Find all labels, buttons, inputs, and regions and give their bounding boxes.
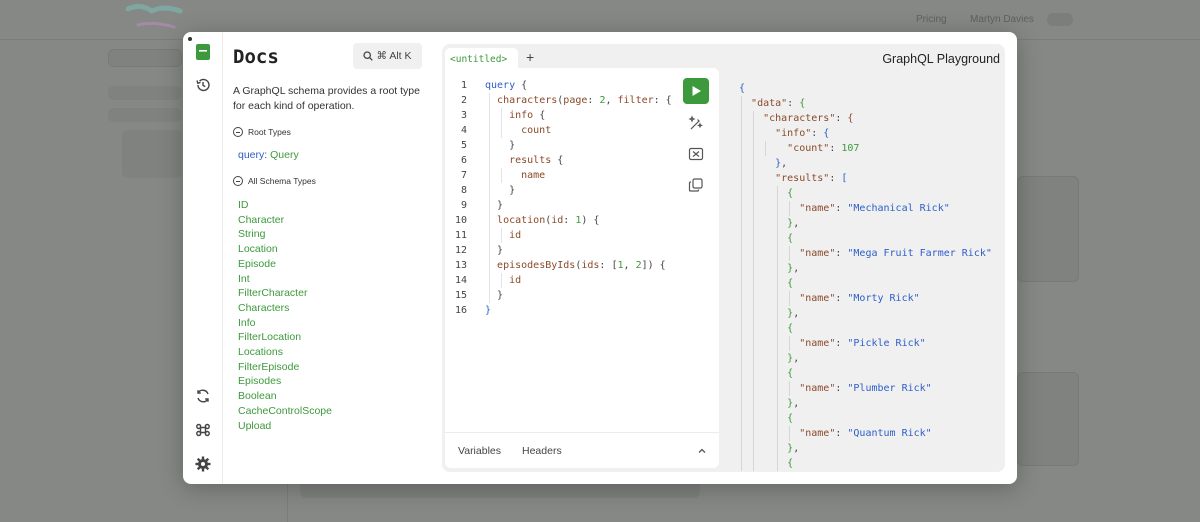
- query-code: 1 query { 2 characters(page: 2, filter: {…: [454, 80, 672, 316]
- docs-icon: [196, 44, 210, 60]
- type-link[interactable]: Location: [238, 242, 332, 257]
- type-link[interactable]: Upload: [238, 419, 332, 434]
- type-link[interactable]: Boolean: [238, 389, 332, 404]
- docs-explorer: Docs ⌘ Alt K A GraphQL schema provides a…: [223, 32, 439, 484]
- schema-type-list: ID Character String Location Episode Int…: [238, 198, 332, 433]
- collapse-icon: [233, 127, 243, 137]
- merge-fragments-button[interactable]: [686, 144, 706, 164]
- root-types-section[interactable]: Root Types: [233, 127, 291, 137]
- theme-toggle: [1047, 13, 1073, 26]
- editor-sessions: <untitled> + GraphQL Playground 1 query {…: [442, 44, 1005, 472]
- settings-icon: [195, 456, 211, 472]
- add-tab-button[interactable]: +: [526, 49, 534, 65]
- result-line: "info": {: [775, 128, 830, 139]
- search-icon: [363, 51, 374, 61]
- play-icon: [692, 86, 701, 96]
- type-link[interactable]: Episode: [238, 257, 332, 272]
- docs-search-button[interactable]: ⌘ Alt K: [353, 43, 422, 69]
- nav-user: Martyn Davies: [970, 14, 1034, 25]
- tab-variables[interactable]: Variables: [458, 445, 501, 457]
- history-icon: [196, 78, 210, 92]
- code-line: }: [497, 200, 504, 211]
- status-dot: [188, 37, 192, 41]
- root-query-keyword: query: [238, 149, 265, 161]
- refetch-schema-button[interactable]: [193, 386, 213, 406]
- type-link[interactable]: String: [238, 227, 332, 242]
- type-link[interactable]: Locations: [238, 345, 332, 360]
- run-query-button[interactable]: [683, 78, 709, 104]
- code-line: name: [521, 170, 546, 181]
- type-link[interactable]: FilterEpisode: [238, 360, 332, 375]
- history-button[interactable]: [193, 75, 213, 95]
- type-link[interactable]: ID: [238, 198, 332, 213]
- result-line: "data": {: [751, 98, 806, 109]
- code-line: id: [509, 275, 522, 286]
- code-line: location(id: 1) {: [497, 215, 600, 226]
- nav-pricing: Pricing: [916, 14, 947, 25]
- type-link[interactable]: Character: [238, 213, 332, 228]
- response-viewer[interactable]: { "data": { "characters": { "info": { "c…: [739, 81, 992, 471]
- type-link[interactable]: Info: [238, 316, 332, 331]
- merge-icon: [688, 147, 704, 161]
- tab-headers[interactable]: Headers: [522, 445, 562, 457]
- code-line: results {: [509, 155, 564, 166]
- code-line: }: [509, 185, 516, 196]
- code-line: }: [485, 305, 492, 316]
- result-line: {: [739, 83, 746, 94]
- code-line: info {: [509, 110, 546, 121]
- type-link[interactable]: Episodes: [238, 374, 332, 389]
- type-link[interactable]: Characters: [238, 301, 332, 316]
- docs-title: Docs: [233, 46, 279, 68]
- docs-button[interactable]: [193, 42, 213, 62]
- docs-description: A GraphQL schema provides a root type fo…: [233, 85, 420, 112]
- result-line: "count": 107: [787, 143, 860, 154]
- chevron-up-icon[interactable]: [697, 446, 707, 456]
- root-query-link[interactable]: query: Query: [238, 149, 299, 161]
- graphiql-modal: Docs ⌘ Alt K A GraphQL schema provides a…: [183, 32, 1017, 484]
- editor-tools-bar: Variables Headers: [445, 432, 719, 468]
- root-query-type: Query: [270, 149, 299, 161]
- magic-wand-icon: [688, 115, 704, 130]
- all-schema-types-label: All Schema Types: [248, 176, 316, 186]
- code-line: }: [509, 140, 516, 151]
- code-line: }: [497, 290, 504, 301]
- copy-icon: [688, 178, 703, 192]
- query-editor[interactable]: 1 query { 2 characters(page: 2, filter: {…: [445, 68, 719, 468]
- root-types-label: Root Types: [248, 127, 291, 137]
- shortcuts-button[interactable]: [193, 420, 213, 440]
- shortcuts-icon: [196, 423, 210, 437]
- result-line: },: [775, 158, 788, 169]
- search-shortcut: ⌘ Alt K: [376, 50, 412, 62]
- code-line: count: [521, 125, 552, 136]
- type-link[interactable]: FilterCharacter: [238, 286, 332, 301]
- collapse-icon: [233, 176, 243, 186]
- type-link[interactable]: FilterLocation: [238, 330, 332, 345]
- tab-untitled[interactable]: <untitled>: [445, 48, 518, 70]
- playground-title: GraphQL Playground: [882, 52, 1000, 66]
- code-line: }: [497, 245, 504, 256]
- refetch-icon: [197, 389, 209, 403]
- type-link[interactable]: CacheControlScope: [238, 404, 332, 419]
- copy-query-button[interactable]: [686, 175, 706, 195]
- sidebar-rail: [183, 32, 223, 484]
- result-line: "characters": {: [763, 113, 854, 124]
- code-line: characters(page: 2, filter: {: [497, 95, 672, 106]
- settings-button[interactable]: [193, 454, 213, 474]
- type-link[interactable]: Int: [238, 272, 332, 287]
- code-line: query {: [485, 80, 528, 91]
- prettify-button[interactable]: [686, 113, 706, 133]
- result-line: "results": [: [775, 173, 848, 184]
- code-line: id: [509, 230, 522, 241]
- all-schema-types-section[interactable]: All Schema Types: [233, 176, 316, 186]
- logo-icon: [125, 3, 183, 29]
- code-line: episodesByIds(ids: [1, 2]) {: [497, 260, 666, 271]
